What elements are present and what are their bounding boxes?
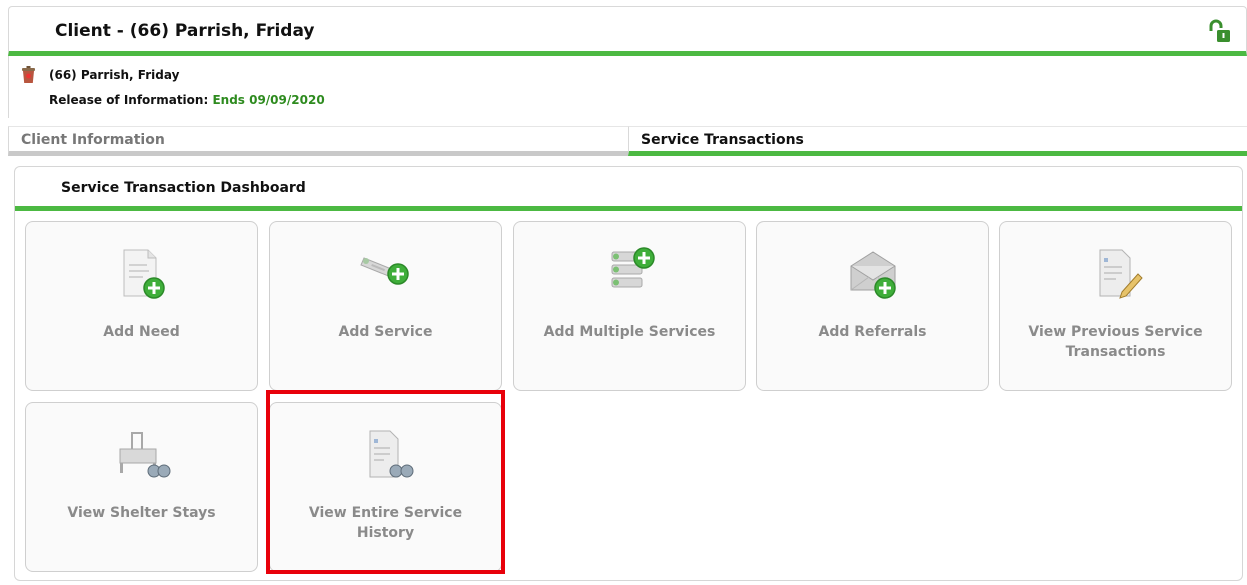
add-referrals-tile[interactable]: Add Referrals [756, 221, 989, 391]
roi-label: Release of Information: [49, 93, 209, 107]
tile-label: Add Service [338, 324, 433, 340]
client-name: (66) Parrish, Friday [49, 68, 180, 82]
tile-label: View Shelter Stays [67, 505, 216, 521]
view-previous-service-transactions-tile[interactable]: View Previous Service Transactions [999, 221, 1232, 391]
add-need-icon [123, 249, 165, 299]
add-multiple-services-tile[interactable]: Add Multiple Services [513, 221, 746, 391]
release-of-information: Release of Information: Ends 09/09/2020 [49, 93, 325, 107]
add-service-tile[interactable]: Add Service [269, 221, 502, 391]
tab-label: Service Transactions [641, 132, 804, 148]
tile-label: Add Referrals [818, 324, 927, 340]
dashboard-header: Service Transaction Dashboard [15, 167, 1242, 211]
add-referrals-icon [850, 251, 896, 299]
view-shelter-stays-icon [119, 432, 170, 478]
roi-value[interactable]: Ends 09/09/2020 [212, 93, 324, 107]
add-need-tile[interactable]: Add Need [25, 221, 258, 391]
tile-label: View Entire Service History [308, 505, 463, 541]
page-title: Client - (66) Parrish, Friday [55, 21, 315, 41]
view-entire-service-history-tile[interactable]: View Entire Service History [269, 402, 502, 572]
client-info-bar: (66) Parrish, Friday Release of Informat… [8, 56, 1247, 118]
view-entire-history-icon [369, 430, 413, 478]
trash-can-icon [22, 66, 35, 83]
page-header: Client - (66) Parrish, Friday [8, 6, 1247, 56]
tab-label: Client Information [21, 132, 165, 148]
view-shelter-stays-tile[interactable]: View Shelter Stays [25, 402, 258, 572]
tab-client-information[interactable]: Client Information [8, 126, 628, 156]
tile-label: Add Multiple Services [543, 324, 716, 340]
add-multiple-services-icon [611, 247, 655, 288]
tab-service-transactions[interactable]: Service Transactions [628, 126, 1247, 156]
unlock-icon[interactable] [1208, 19, 1232, 43]
tile-label: Add Need [103, 324, 180, 340]
dashboard-title: Service Transaction Dashboard [61, 180, 306, 196]
add-service-icon [359, 257, 409, 285]
tab-bar: Client Information Service Transactions [8, 126, 1247, 156]
view-previous-transactions-icon [1099, 249, 1143, 299]
tile-label: View Previous Service Transactions [1028, 324, 1203, 360]
